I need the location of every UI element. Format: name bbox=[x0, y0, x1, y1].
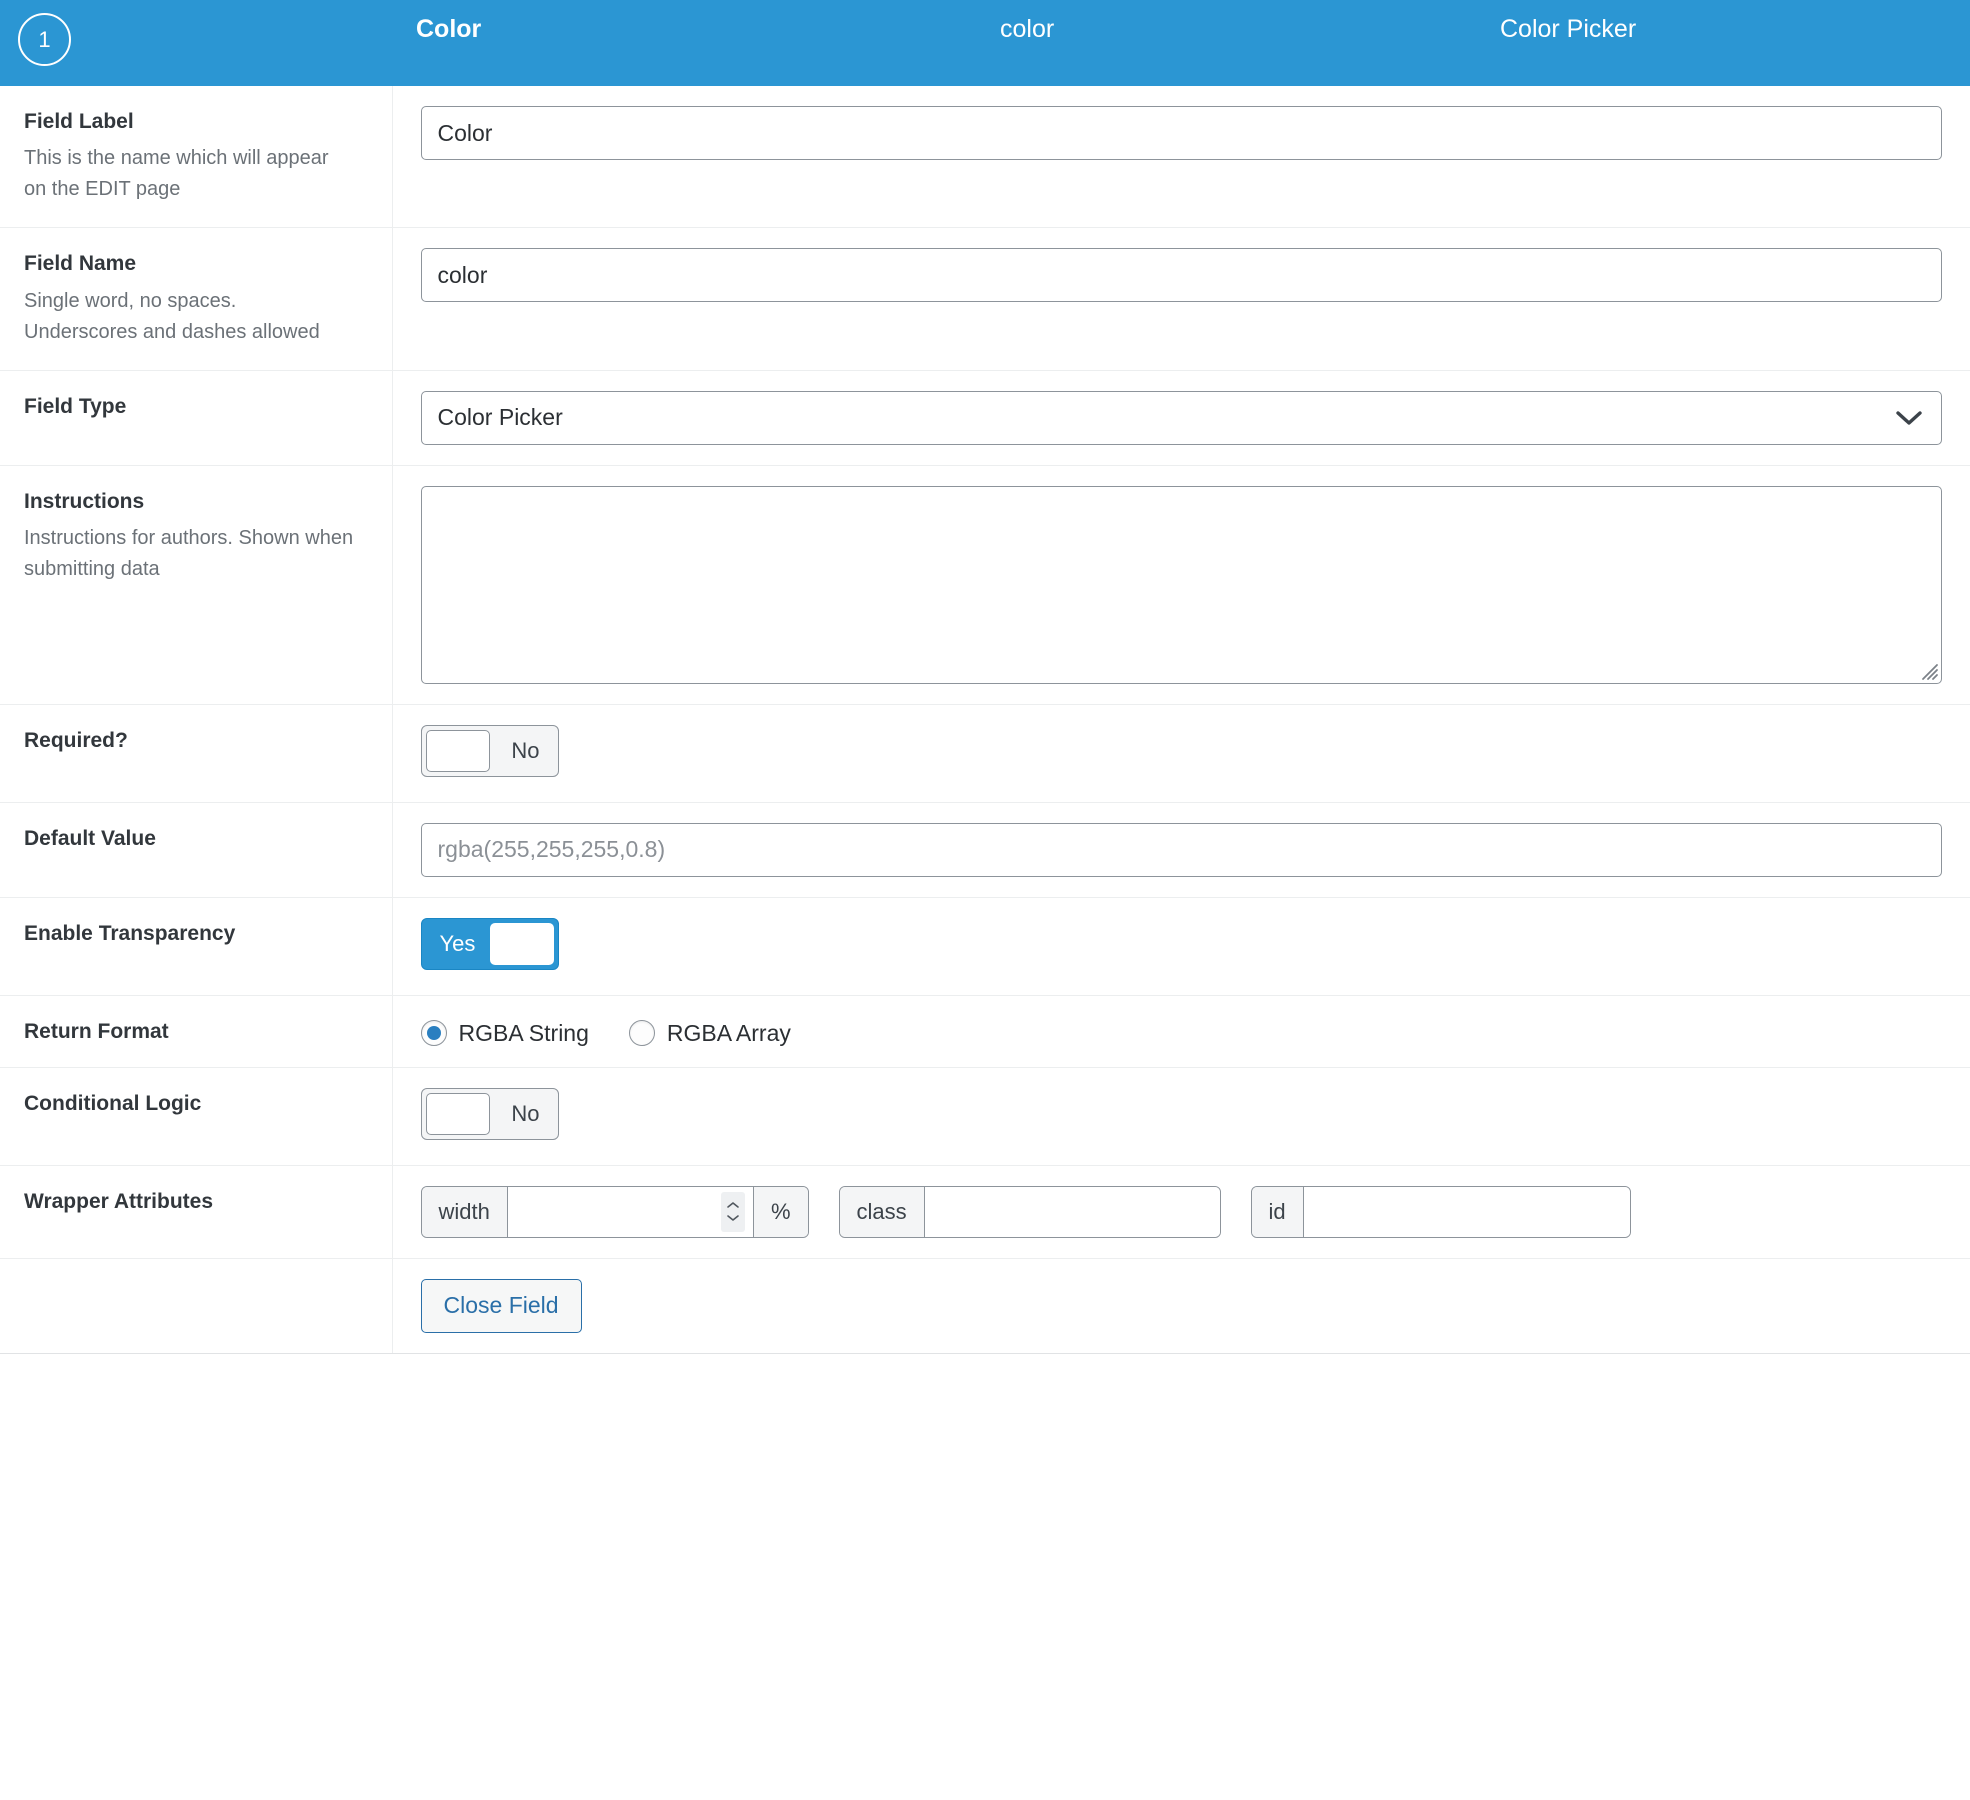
conditional-logic-title: Conditional Logic bbox=[24, 1090, 366, 1117]
field-label-description: This is the name which will appear on th… bbox=[24, 143, 354, 205]
field-actions-label-cell bbox=[0, 1258, 392, 1353]
field-type-select-wrapper[interactable]: Color Picker bbox=[421, 391, 1943, 445]
field-order-badge: 1 bbox=[18, 13, 71, 66]
row-field-label: Field Label This is the name which will … bbox=[0, 86, 1970, 228]
required-label-cell: Required? bbox=[0, 704, 392, 802]
return-format-radio-group: RGBA String RGBA Array bbox=[421, 1016, 1943, 1047]
row-required: Required? No bbox=[0, 704, 1970, 802]
instructions-title: Instructions bbox=[24, 488, 366, 515]
conditional-logic-toggle-state: No bbox=[511, 1103, 539, 1125]
return-format-options-cell: RGBA String RGBA Array bbox=[392, 995, 1970, 1067]
wrapper-width-input[interactable] bbox=[508, 1187, 753, 1237]
field-name-description: Single word, no spaces. Underscores and … bbox=[24, 286, 354, 348]
required-toggle[interactable]: No bbox=[421, 725, 559, 777]
wrapper-id-addon: id bbox=[1252, 1187, 1304, 1237]
wrapper-attributes-group: width % bbox=[421, 1186, 1943, 1238]
wrapper-width-addon: width bbox=[422, 1187, 508, 1237]
field-label-title: Field Label bbox=[24, 108, 366, 135]
instructions-textarea-wrapper bbox=[421, 486, 1943, 684]
return-format-label-cell: Return Format bbox=[0, 995, 392, 1067]
instructions-textarea[interactable] bbox=[421, 486, 1943, 684]
return-format-title: Return Format bbox=[24, 1018, 366, 1045]
row-wrapper-attributes: Wrapper Attributes width bbox=[0, 1165, 1970, 1258]
wrapper-attributes-label-cell: Wrapper Attributes bbox=[0, 1165, 392, 1258]
wrapper-id-input[interactable] bbox=[1304, 1187, 1630, 1237]
enable-transparency-title: Enable Transparency bbox=[24, 920, 366, 947]
wrapper-attributes-cell: width % bbox=[392, 1165, 1970, 1258]
close-field-button[interactable]: Close Field bbox=[421, 1279, 582, 1333]
wrapper-attributes-title: Wrapper Attributes bbox=[24, 1188, 366, 1215]
header-field-type: Color Picker bbox=[1500, 14, 1636, 44]
radio-selected-icon bbox=[421, 1020, 447, 1046]
wrapper-width-group: width % bbox=[421, 1186, 809, 1238]
default-value-label-cell: Default Value bbox=[0, 802, 392, 897]
field-name-input[interactable] bbox=[421, 248, 1943, 302]
default-value-input-cell bbox=[392, 802, 1970, 897]
wrapper-width-field bbox=[508, 1187, 753, 1237]
field-order-number: 1 bbox=[38, 29, 50, 51]
return-format-option-label: RGBA String bbox=[459, 1020, 589, 1047]
field-name-input-cell bbox=[392, 228, 1970, 370]
required-title: Required? bbox=[24, 727, 366, 754]
row-return-format: Return Format RGBA String RGBA Array bbox=[0, 995, 1970, 1067]
instructions-label-cell: Instructions Instructions for authors. S… bbox=[0, 465, 392, 704]
wrapper-width-suffix: % bbox=[753, 1187, 808, 1237]
wrapper-id-group: id bbox=[1251, 1186, 1631, 1238]
row-field-actions: Close Field bbox=[0, 1258, 1970, 1353]
field-label-input-cell bbox=[392, 86, 1970, 228]
field-type-selected-value: Color Picker bbox=[438, 404, 563, 431]
return-format-option-rgba-string[interactable]: RGBA String bbox=[421, 1020, 589, 1047]
return-format-option-rgba-array[interactable]: RGBA Array bbox=[629, 1020, 791, 1047]
row-field-type: Field Type Color Picker bbox=[0, 370, 1970, 465]
default-value-input[interactable] bbox=[421, 823, 1943, 877]
field-type-select[interactable]: Color Picker bbox=[421, 391, 1943, 445]
header-field-name: color bbox=[1000, 14, 1054, 44]
wrapper-class-addon: class bbox=[840, 1187, 925, 1237]
field-actions-cell: Close Field bbox=[392, 1258, 1970, 1353]
return-format-option-label: RGBA Array bbox=[667, 1020, 791, 1047]
field-settings-table: Field Label This is the name which will … bbox=[0, 86, 1970, 1354]
conditional-logic-toggle-knob bbox=[426, 1093, 490, 1135]
field-label-label-cell: Field Label This is the name which will … bbox=[0, 86, 392, 228]
required-toggle-state: No bbox=[511, 740, 539, 762]
field-name-label-cell: Field Name Single word, no spaces. Under… bbox=[0, 228, 392, 370]
enable-transparency-toggle-state: Yes bbox=[440, 933, 476, 955]
default-value-title: Default Value bbox=[24, 825, 366, 852]
row-default-value: Default Value bbox=[0, 802, 1970, 897]
field-type-title: Field Type bbox=[24, 393, 366, 420]
instructions-description: Instructions for authors. Shown when sub… bbox=[24, 523, 354, 585]
field-header[interactable]: 1 Color color Color Picker bbox=[0, 0, 1970, 86]
wrapper-class-input[interactable] bbox=[925, 1187, 1220, 1237]
wrapper-class-group: class bbox=[839, 1186, 1221, 1238]
instructions-input-cell bbox=[392, 465, 1970, 704]
enable-transparency-toggle[interactable]: Yes bbox=[421, 918, 559, 970]
conditional-logic-toggle[interactable]: No bbox=[421, 1088, 559, 1140]
header-field-label: Color bbox=[416, 14, 481, 44]
field-name-title: Field Name bbox=[24, 250, 366, 277]
field-type-label-cell: Field Type bbox=[0, 370, 392, 465]
field-type-input-cell: Color Picker bbox=[392, 370, 1970, 465]
conditional-logic-label-cell: Conditional Logic bbox=[0, 1067, 392, 1165]
row-instructions: Instructions Instructions for authors. S… bbox=[0, 465, 1970, 704]
enable-transparency-toggle-cell: Yes bbox=[392, 897, 1970, 995]
radio-unselected-icon bbox=[629, 1020, 655, 1046]
field-label-input[interactable] bbox=[421, 106, 1943, 160]
number-spinner-icon[interactable] bbox=[721, 1192, 745, 1232]
required-toggle-knob bbox=[426, 730, 490, 772]
enable-transparency-toggle-knob bbox=[490, 923, 554, 965]
required-toggle-cell: No bbox=[392, 704, 1970, 802]
row-conditional-logic: Conditional Logic No bbox=[0, 1067, 1970, 1165]
enable-transparency-label-cell: Enable Transparency bbox=[0, 897, 392, 995]
row-field-name: Field Name Single word, no spaces. Under… bbox=[0, 228, 1970, 370]
conditional-logic-toggle-cell: No bbox=[392, 1067, 1970, 1165]
row-enable-transparency: Enable Transparency Yes bbox=[0, 897, 1970, 995]
